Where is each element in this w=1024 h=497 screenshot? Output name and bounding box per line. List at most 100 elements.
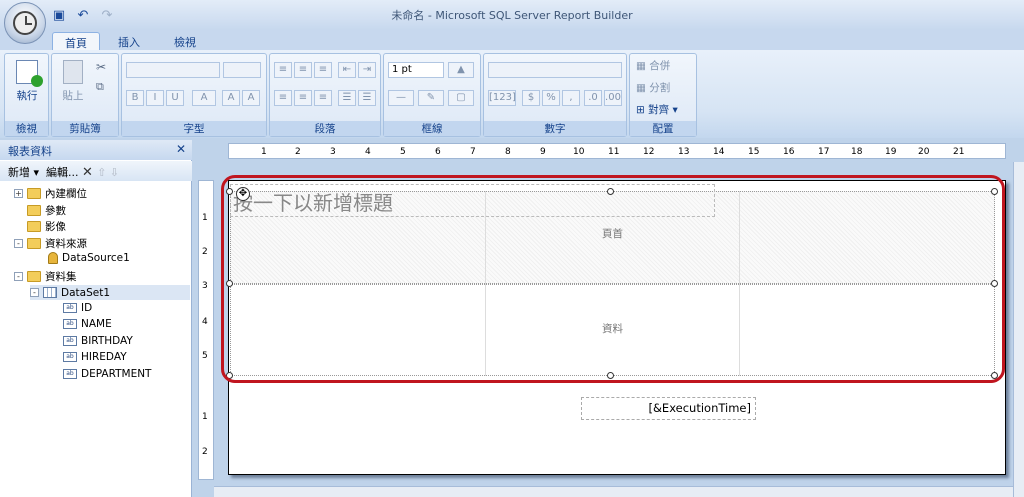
borders-icon[interactable]: ▢: [448, 90, 474, 106]
border-color-icon[interactable]: ✎: [418, 90, 444, 106]
tree-item-label: BIRTHDAY: [81, 335, 133, 347]
group-font-label: 字型: [122, 121, 266, 136]
folder-icon: [27, 221, 41, 232]
tab-view[interactable]: 檢視: [162, 32, 208, 50]
folder-icon: [27, 188, 41, 199]
group-clipboard-label: 剪貼簿: [52, 121, 118, 136]
redo-icon[interactable]: ↷: [98, 8, 116, 23]
tree-item-field[interactable]: ab ID: [63, 302, 92, 314]
border-style-icon[interactable]: —: [388, 90, 414, 106]
move-down-icon[interactable]: ⇩: [110, 166, 119, 179]
delete-icon[interactable]: ✕: [82, 165, 97, 180]
ruler-tick: 2: [202, 447, 208, 457]
font-size-dropdown[interactable]: [223, 62, 261, 78]
report-data-panel-title: 報表資料: [8, 145, 52, 158]
move-up-icon[interactable]: ⇧: [97, 166, 106, 179]
background-color-icon[interactable]: ▲: [448, 62, 474, 78]
font-name-dropdown[interactable]: [126, 62, 220, 78]
ruler-tick: 1: [261, 147, 267, 157]
collapse-icon[interactable]: -: [14, 272, 23, 281]
ruler-tick: 7: [470, 147, 476, 157]
application-button[interactable]: [4, 2, 46, 44]
vertical-scrollbar[interactable]: [1013, 162, 1024, 497]
ruler-tick: 4: [202, 317, 208, 327]
group-border-label: 框線: [384, 121, 480, 136]
tree-item-label: ID: [81, 302, 93, 314]
tree-item-images[interactable]: 影像: [27, 219, 66, 234]
tree-item-label: 影像: [45, 221, 66, 233]
font-color-button[interactable]: A: [192, 90, 216, 106]
ruler-tick: 17: [818, 147, 830, 157]
field-icon: ab: [63, 319, 77, 329]
align-right-icon[interactable]: ≡: [314, 90, 332, 106]
numbering-icon[interactable]: ☰: [358, 90, 376, 106]
run-button[interactable]: 執行: [10, 60, 44, 103]
execution-time-textbox[interactable]: [&ExecutionTime]: [581, 397, 756, 420]
comma-style-icon[interactable]: ,: [562, 90, 580, 106]
shrink-font-button[interactable]: A: [242, 90, 260, 106]
tree-item-field[interactable]: ab HIREDAY: [63, 351, 127, 363]
tree-item-datasets[interactable]: - 資料集: [14, 269, 77, 284]
paste-button[interactable]: 貼上: [58, 60, 88, 103]
tree-item-field[interactable]: ab BIRTHDAY: [63, 335, 133, 347]
tree-item-field[interactable]: ab NAME: [63, 318, 112, 330]
ruler-tick: 21: [953, 147, 965, 157]
save-icon[interactable]: ▣: [50, 8, 68, 23]
increase-decimal-icon[interactable]: .0: [584, 90, 602, 106]
bold-button[interactable]: B: [126, 90, 144, 106]
align-left-icon[interactable]: ≡: [274, 90, 292, 106]
edit-button[interactable]: 編輯...: [46, 166, 79, 179]
merge-button[interactable]: ▦ 合併: [636, 58, 670, 73]
tree-item-field[interactable]: ab DEPARTMENT: [63, 368, 151, 380]
grow-font-button[interactable]: A: [222, 90, 240, 106]
datasource-icon: [48, 252, 58, 264]
decrease-indent-icon[interactable]: ⇤: [338, 62, 356, 78]
border-width-dropdown[interactable]: 1 pt: [388, 62, 444, 78]
tree-item-parameters[interactable]: 參數: [27, 203, 66, 218]
bullets-icon[interactable]: ☰: [338, 90, 356, 106]
ruler-tick: 2: [295, 147, 301, 157]
report-data-toolbar: 新增 ▾ 編輯... ✕ ⇧ ⇩: [0, 161, 192, 181]
percent-icon[interactable]: %: [542, 90, 560, 106]
align-middle-icon[interactable]: ≡: [294, 62, 312, 78]
cut-icon[interactable]: ✂: [96, 60, 106, 74]
expand-icon[interactable]: +: [14, 189, 23, 198]
increase-indent-icon[interactable]: ⇥: [358, 62, 376, 78]
tree-item-datasources[interactable]: - 資料來源: [14, 236, 87, 251]
group-number-label: 數字: [484, 121, 626, 136]
undo-icon[interactable]: ↶: [74, 8, 92, 23]
group-layout: ▦ 合併 ▦ 分割 ⊞ 對齊 ▾ 配置: [629, 53, 697, 137]
decrease-decimal-icon[interactable]: .00: [604, 90, 622, 106]
currency-icon[interactable]: $: [522, 90, 540, 106]
group-number: [123] $ % , .0 .00 數字: [483, 53, 627, 137]
window-title: 未命名 - Microsoft SQL Server Report Builde…: [391, 9, 633, 22]
tree-item-dataset1[interactable]: - DataSet1: [30, 285, 190, 300]
group-font: B I U A A A 字型: [121, 53, 267, 137]
copy-icon[interactable]: ⧉: [96, 80, 104, 94]
collapse-icon[interactable]: -: [30, 288, 39, 297]
split-button[interactable]: ▦ 分割: [636, 80, 670, 95]
horizontal-scrollbar[interactable]: [214, 486, 1013, 497]
group-paragraph: ≡ ≡ ≡ ⇤ ⇥ ≡ ≡ ≡ ☰ ☰ 段落: [269, 53, 381, 137]
placeholder-styles-icon[interactable]: [123]: [488, 90, 516, 106]
ruler-tick: 3: [330, 147, 336, 157]
field-icon: ab: [63, 369, 77, 379]
tab-home[interactable]: 首頁: [52, 32, 100, 50]
number-format-dropdown[interactable]: [488, 62, 622, 78]
new-button[interactable]: 新增 ▾: [8, 166, 39, 179]
collapse-icon[interactable]: -: [14, 239, 23, 248]
align-center-icon[interactable]: ≡: [294, 90, 312, 106]
italic-button[interactable]: I: [146, 90, 164, 106]
tree-item-builtin-fields[interactable]: + 內建欄位: [14, 186, 87, 201]
tree-item-datasource1[interactable]: DataSource1: [48, 252, 130, 264]
underline-button[interactable]: U: [166, 90, 184, 106]
align-top-icon[interactable]: ≡: [274, 62, 292, 78]
align-icon: ⊞: [636, 104, 649, 116]
vertical-ruler: 1 2 3 4 5 1 2: [198, 180, 214, 480]
close-icon[interactable]: ✕: [176, 142, 186, 156]
merge-icon: ▦: [636, 60, 650, 72]
align-bottom-icon[interactable]: ≡: [314, 62, 332, 78]
tab-insert[interactable]: 插入: [106, 32, 152, 50]
align-button[interactable]: ⊞ 對齊 ▾: [636, 102, 678, 117]
tree-item-label: DEPARTMENT: [81, 368, 152, 380]
